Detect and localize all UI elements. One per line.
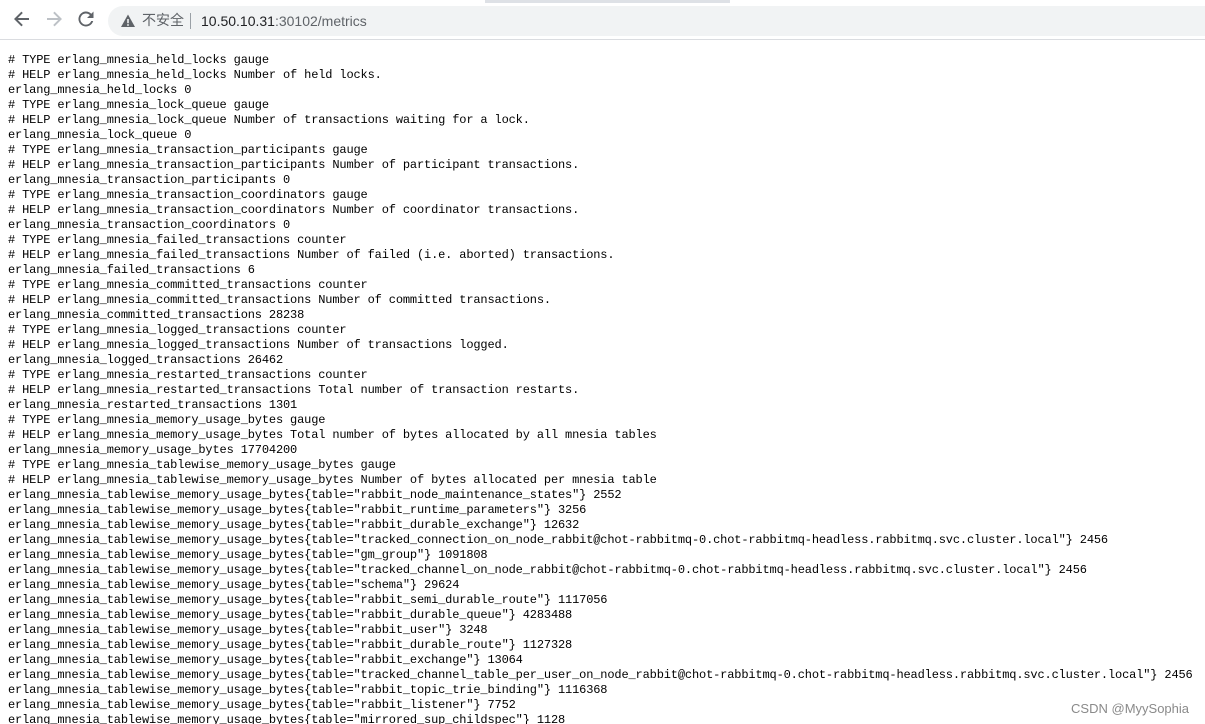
metrics-line: # TYPE erlang_mnesia_restarted_transacti…: [8, 368, 368, 382]
metrics-line: erlang_mnesia_restarted_transactions 130…: [8, 398, 298, 412]
metrics-line: erlang_mnesia_tablewise_memory_usage_byt…: [8, 653, 523, 667]
metrics-line: erlang_mnesia_logged_transactions 26462: [8, 353, 283, 367]
metrics-line: # TYPE erlang_mnesia_failed_transactions…: [8, 233, 347, 247]
metrics-line: # HELP erlang_mnesia_tablewise_memory_us…: [8, 473, 657, 487]
metrics-line: erlang_mnesia_tablewise_memory_usage_byt…: [8, 698, 516, 712]
metrics-line: erlang_mnesia_held_locks 0: [8, 83, 192, 97]
metrics-line: # HELP erlang_mnesia_held_locks Number o…: [8, 68, 382, 82]
metrics-line: erlang_mnesia_transaction_participants 0: [8, 173, 291, 187]
metrics-line: # TYPE erlang_mnesia_tablewise_memory_us…: [8, 458, 396, 472]
back-arrow-icon: [13, 10, 31, 32]
forward-arrow-icon: [45, 10, 63, 32]
warning-triangle-icon[interactable]: [120, 13, 136, 29]
metrics-line: erlang_mnesia_lock_queue 0: [8, 128, 192, 142]
metrics-line: erlang_mnesia_tablewise_memory_usage_byt…: [8, 713, 566, 724]
metrics-line: erlang_mnesia_tablewise_memory_usage_byt…: [8, 503, 587, 517]
url-host: 10.50.10.31: [201, 13, 275, 29]
metrics-line: # TYPE erlang_mnesia_transaction_partici…: [8, 143, 368, 157]
security-status-label[interactable]: 不安全: [142, 12, 184, 30]
watermark: CSDN @MyySophia: [1069, 701, 1191, 716]
metrics-line: erlang_mnesia_tablewise_memory_usage_byt…: [8, 638, 573, 652]
metrics-line: erlang_mnesia_tablewise_memory_usage_byt…: [8, 578, 460, 592]
metrics-line: # HELP erlang_mnesia_lock_queue Number o…: [8, 113, 530, 127]
metrics-line: # TYPE erlang_mnesia_committed_transacti…: [8, 278, 368, 292]
metrics-text: # TYPE erlang_mnesia_held_locks gauge # H…: [8, 53, 1205, 724]
reload-icon: [77, 10, 95, 32]
metrics-line: # TYPE erlang_mnesia_memory_usage_bytes …: [8, 413, 326, 427]
metrics-line: # HELP erlang_mnesia_restarted_transacti…: [8, 383, 580, 397]
metrics-line: # TYPE erlang_mnesia_logged_transactions…: [8, 323, 347, 337]
metrics-line: # TYPE erlang_mnesia_transaction_coordin…: [8, 188, 368, 202]
metrics-line: erlang_mnesia_tablewise_memory_usage_byt…: [8, 518, 580, 532]
metrics-line: # HELP erlang_mnesia_logged_transactions…: [8, 338, 509, 352]
url-path: :30102/metrics: [274, 13, 367, 29]
metrics-line: erlang_mnesia_tablewise_memory_usage_byt…: [8, 623, 488, 637]
metrics-line: erlang_mnesia_tablewise_memory_usage_byt…: [8, 668, 1193, 682]
address-bar[interactable]: 不安全 10.50.10.31:30102/metrics: [108, 6, 1205, 36]
metrics-line: # HELP erlang_mnesia_transaction_partici…: [8, 158, 580, 172]
metrics-line: erlang_mnesia_tablewise_memory_usage_byt…: [8, 608, 573, 622]
metrics-line: erlang_mnesia_tablewise_memory_usage_byt…: [8, 593, 608, 607]
url-text[interactable]: 10.50.10.31:30102/metrics: [201, 11, 367, 31]
metrics-line: # TYPE erlang_mnesia_held_locks gauge: [8, 53, 269, 67]
forward-button[interactable]: [43, 10, 65, 32]
metrics-line: erlang_mnesia_tablewise_memory_usage_byt…: [8, 488, 622, 502]
metrics-line: erlang_mnesia_tablewise_memory_usage_byt…: [8, 533, 1108, 547]
metrics-line: erlang_mnesia_memory_usage_bytes 1770420…: [8, 443, 298, 457]
back-button[interactable]: [11, 10, 33, 32]
metrics-line: # TYPE erlang_mnesia_lock_queue gauge: [8, 98, 269, 112]
metrics-line: erlang_mnesia_transaction_coordinators 0: [8, 218, 291, 232]
metrics-line: # HELP erlang_mnesia_memory_usage_bytes …: [8, 428, 657, 442]
metrics-line: erlang_mnesia_tablewise_memory_usage_byt…: [8, 563, 1087, 577]
address-divider: [190, 13, 191, 29]
tab-strip-edge: [0, 0, 1205, 3]
metrics-line: erlang_mnesia_failed_transactions 6: [8, 263, 255, 277]
metrics-line: erlang_mnesia_tablewise_memory_usage_byt…: [8, 548, 488, 562]
metrics-line: # HELP erlang_mnesia_failed_transactions…: [8, 248, 615, 262]
metrics-line: erlang_mnesia_tablewise_memory_usage_byt…: [8, 683, 608, 697]
metrics-line: # HELP erlang_mnesia_committed_transacti…: [8, 293, 551, 307]
reload-button[interactable]: [75, 10, 97, 32]
browser-toolbar: 不安全 10.50.10.31:30102/metrics: [0, 0, 1205, 40]
metrics-line: # HELP erlang_mnesia_transaction_coordin…: [8, 203, 580, 217]
metrics-line: erlang_mnesia_committed_transactions 282…: [8, 308, 305, 322]
